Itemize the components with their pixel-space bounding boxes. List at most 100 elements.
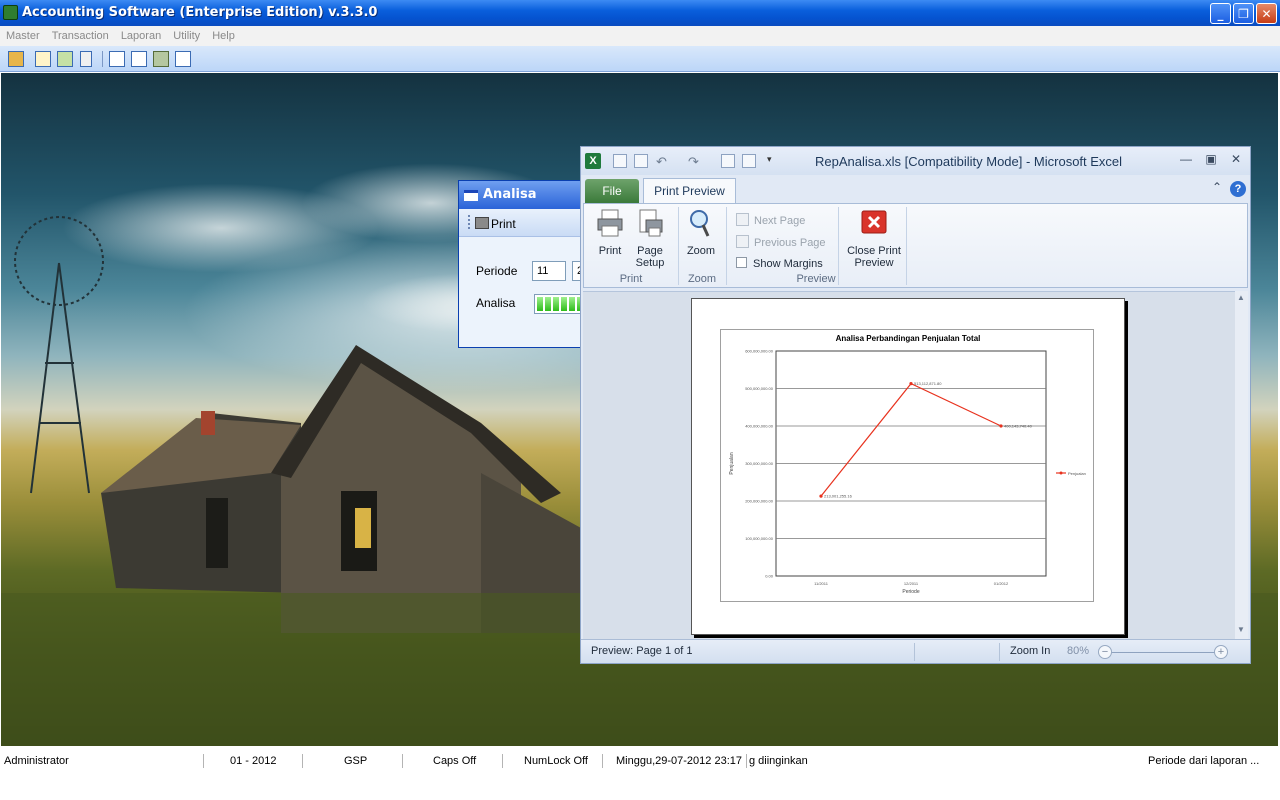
excel-restore-button[interactable]: ▣ bbox=[1200, 152, 1222, 170]
next-page-icon bbox=[736, 213, 749, 226]
status-message: Periode dari laporan ... bbox=[1148, 755, 1260, 767]
tab-file[interactable]: File bbox=[585, 179, 639, 203]
close-print-preview-button[interactable]: Close Print Preview bbox=[842, 208, 906, 269]
data-label: 213,001,255.16 bbox=[824, 494, 853, 499]
excel-title-bar: X ↶ ↷ ▾ RepAnalisa.xls [Compatibility Mo… bbox=[581, 147, 1250, 175]
undo-icon[interactable]: ↶ bbox=[656, 154, 670, 169]
previous-page-icon bbox=[736, 235, 749, 248]
house-illustration bbox=[101, 345, 581, 633]
help-icon[interactable]: ? bbox=[1230, 181, 1246, 197]
y-tick-label: 0.00 bbox=[765, 574, 774, 579]
toolbar-grip[interactable] bbox=[468, 215, 470, 229]
menu-transaction[interactable]: Transaction bbox=[52, 26, 109, 46]
status-hint: g diinginkan bbox=[749, 755, 808, 767]
redo-icon[interactable]: ↷ bbox=[688, 154, 702, 169]
excel-minimize-button[interactable]: — bbox=[1175, 152, 1197, 170]
dialog-title-bar[interactable]: Analisa Perbandingan bbox=[459, 181, 587, 230]
close-button[interactable]: ✕ bbox=[1256, 3, 1277, 24]
collapse-ribbon-icon[interactable]: ⌃ bbox=[1212, 180, 1222, 194]
group-preview-label: Preview bbox=[796, 273, 836, 285]
quick-print-icon[interactable] bbox=[742, 154, 756, 168]
checkbox-icon[interactable] bbox=[736, 257, 747, 268]
y-tick-label: 200,000,000.00 bbox=[745, 499, 774, 504]
print-ribbon-button[interactable]: Print bbox=[592, 208, 628, 257]
page-setup-icon bbox=[639, 209, 663, 237]
vertical-scrollbar[interactable]: ▲ ▼ bbox=[1235, 291, 1248, 639]
x-tick-label: 01/2012 bbox=[994, 581, 1009, 586]
menu-master[interactable]: Master bbox=[6, 26, 40, 46]
list-icon[interactable] bbox=[131, 51, 147, 67]
x-tick-label: 12/2011 bbox=[904, 581, 919, 586]
document-icon[interactable] bbox=[80, 51, 92, 67]
menu-utility[interactable]: Utility bbox=[173, 26, 200, 46]
data-point bbox=[909, 382, 913, 386]
window-icon bbox=[464, 190, 478, 201]
x-tick-label: 11/2011 bbox=[814, 581, 829, 586]
ribbon: Print Page Setup Print Zoom Zoom Next Pa… bbox=[583, 203, 1248, 288]
excel-status-bar: Preview: Page 1 of 1 Zoom In 80% − + bbox=[581, 639, 1250, 663]
menu-help[interactable]: Help bbox=[212, 26, 235, 46]
scroll-down-icon[interactable]: ▼ bbox=[1237, 625, 1245, 634]
y-tick-label: 600,000,000.00 bbox=[745, 349, 774, 354]
picture-icon[interactable] bbox=[57, 51, 73, 67]
scroll-up-icon[interactable]: ▲ bbox=[1237, 293, 1245, 302]
next-page-button[interactable]: Next Page bbox=[736, 213, 805, 227]
money-icon[interactable] bbox=[153, 51, 169, 67]
close-icon bbox=[861, 210, 887, 234]
app-status-bar: Administrator 01 - 2012 GSP Caps Off Num… bbox=[0, 752, 1280, 772]
customize-qat-icon[interactable]: ▾ bbox=[767, 154, 781, 168]
page-indicator: Preview: Page 1 of 1 bbox=[591, 645, 693, 657]
menu-laporan[interactable]: Laporan bbox=[121, 26, 161, 46]
analisa-label: Analisa bbox=[476, 296, 516, 310]
y-tick-label: 300,000,000.00 bbox=[745, 461, 774, 466]
minimize-button[interactable]: _ bbox=[1210, 3, 1231, 24]
app-toolbar bbox=[0, 46, 1280, 72]
periode-label: Periode bbox=[476, 264, 518, 278]
printer-icon[interactable] bbox=[475, 217, 489, 229]
save-as-icon[interactable] bbox=[634, 154, 648, 168]
line-chart: Analisa Perbandingan Penjualan Total 0.00… bbox=[729, 334, 1086, 595]
print-preview-icon[interactable] bbox=[721, 154, 735, 168]
analisa-dialog: Analisa Perbandingan Print Periode Anali… bbox=[458, 180, 588, 348]
book-icon[interactable] bbox=[175, 51, 191, 67]
chart-frame: Analisa Perbandingan Penjualan Total 0.00… bbox=[720, 329, 1094, 602]
periode-month-input[interactable] bbox=[532, 261, 566, 281]
tab-print-preview[interactable]: Print Preview bbox=[643, 178, 736, 204]
zoom-in-label[interactable]: Zoom In bbox=[1010, 645, 1050, 657]
ledger-icon[interactable] bbox=[35, 51, 51, 67]
zoom-in-icon[interactable]: + bbox=[1214, 645, 1228, 659]
y-tick-label: 500,000,000.00 bbox=[745, 386, 774, 391]
status-user: Administrator bbox=[4, 755, 69, 767]
x-axis-label: Periode bbox=[902, 589, 919, 595]
ribbon-tabs: File Print Preview ⌃ ? bbox=[581, 175, 1250, 204]
previous-page-button[interactable]: Previous Page bbox=[736, 235, 826, 249]
restore-button[interactable]: ❐ bbox=[1233, 3, 1254, 24]
show-margins-checkbox[interactable]: Show Margins bbox=[736, 257, 823, 270]
save-icon[interactable] bbox=[613, 154, 627, 168]
page-setup-button[interactable]: Page Setup bbox=[630, 208, 670, 269]
zoom-slider[interactable] bbox=[1110, 652, 1216, 653]
printer-icon bbox=[597, 209, 623, 237]
data-label: 513,112,871.80 bbox=[914, 381, 942, 386]
group-zoom-label: Zoom bbox=[687, 273, 717, 285]
legend-marker bbox=[1059, 471, 1063, 475]
zoom-level[interactable]: 80% bbox=[1067, 645, 1089, 657]
report-icon[interactable] bbox=[109, 51, 125, 67]
data-label: 400,143,740.40 bbox=[1004, 424, 1033, 429]
toolbar-separator bbox=[102, 51, 103, 67]
data-point bbox=[999, 424, 1003, 428]
magnifier-icon bbox=[690, 210, 710, 237]
print-button[interactable]: Print bbox=[491, 217, 516, 231]
app-icon bbox=[3, 5, 18, 20]
data-point bbox=[819, 494, 823, 498]
zoom-button[interactable]: Zoom bbox=[684, 208, 718, 257]
print-preview-area[interactable]: Analisa Perbandingan Penjualan Total 0.00… bbox=[583, 291, 1235, 639]
zoom-out-icon[interactable]: − bbox=[1098, 645, 1112, 659]
dialog-body: Periode Analisa bbox=[459, 237, 587, 347]
excel-close-button[interactable]: ✕ bbox=[1225, 152, 1247, 170]
excel-logo-icon: X bbox=[585, 153, 601, 169]
status-caps: Caps Off bbox=[433, 755, 477, 767]
exit-icon[interactable] bbox=[8, 51, 24, 67]
excel-title: RepAnalisa.xls [Compatibility Mode] - Mi… bbox=[815, 154, 1123, 169]
menu-bar: Master Transaction Laporan Utility Help bbox=[0, 26, 1280, 46]
